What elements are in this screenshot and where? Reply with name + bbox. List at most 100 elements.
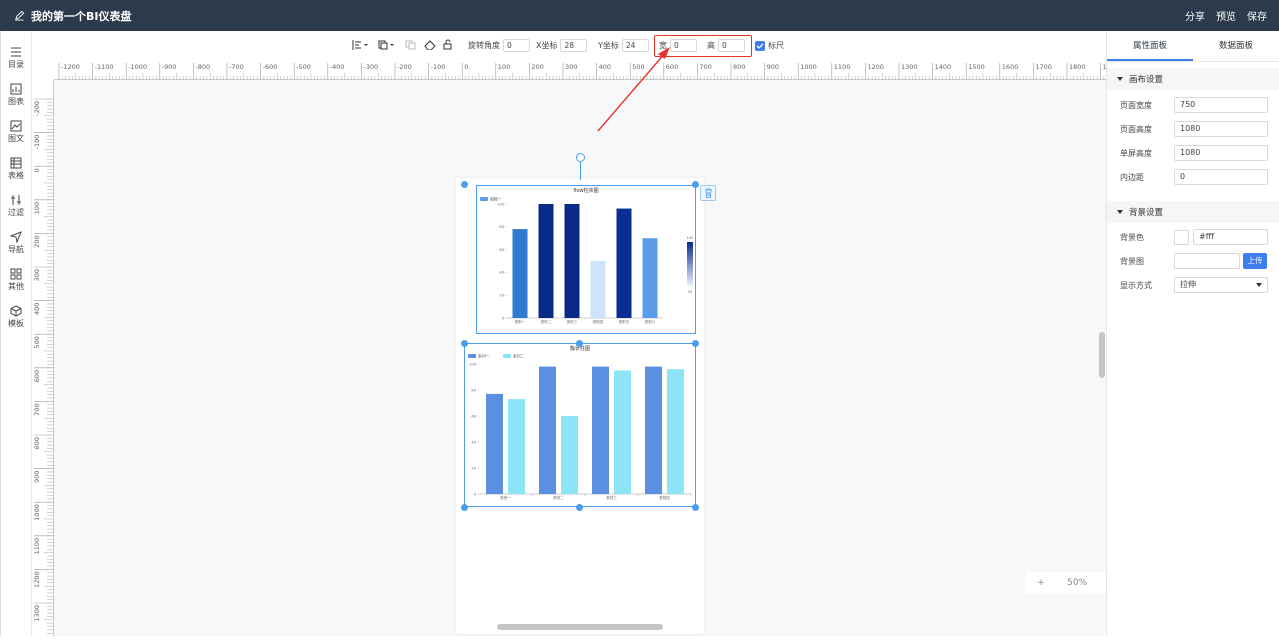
layer-icon[interactable] <box>378 40 396 52</box>
tab-properties[interactable]: 属性面板 <box>1107 31 1193 61</box>
bar <box>486 393 503 494</box>
sidebar-item-chart[interactable]: 图表 <box>1 76 31 113</box>
bg-color-swatch[interactable] <box>1174 229 1189 245</box>
resize-handle-top-right-1[interactable] <box>692 181 699 188</box>
ruler-label: 1800 <box>1069 63 1086 71</box>
rotation-label: 旋转角度 <box>468 41 500 50</box>
delete-widget-button[interactable] <box>700 185 716 201</box>
ruler-label: -500 <box>296 63 311 71</box>
ruler-label: -800 <box>195 63 210 71</box>
display-mode-row: 显示方式 拉伸 <box>1107 273 1279 297</box>
canvas-settings-section[interactable]: 画布设置 <box>1107 68 1279 90</box>
ruler-checkbox[interactable] <box>755 40 765 51</box>
vertical-scrollbar[interactable] <box>1099 332 1105 378</box>
resize-handle-top-left-1[interactable] <box>461 181 468 188</box>
x-tick-label: 类别三 <box>606 495 617 500</box>
ruler-label: 700 <box>699 63 711 71</box>
y-tick-label: 100 <box>497 202 505 206</box>
upload-button[interactable]: 上传 <box>1243 253 1267 269</box>
page-height-input[interactable]: 1080 <box>1174 121 1268 137</box>
legend-swatch <box>468 354 476 358</box>
screen-height-row: 单屏高度 1080 <box>1107 141 1279 165</box>
ruler-label: 标尺 <box>768 41 784 50</box>
resize-handle-top[interactable] <box>576 340 583 347</box>
ruler-label: 300 <box>565 63 577 71</box>
y-tick-label: 20 <box>471 466 476 470</box>
resize-handle-top-right[interactable] <box>692 340 699 347</box>
y-tick-label: 20 <box>499 294 504 298</box>
save-button[interactable]: 保存 <box>1247 8 1267 23</box>
horizontal-ruler-scale: -1200 -1100 -1000 -900 -800 -700 -600 -500 -400-… <box>58 63 1132 80</box>
bg-image-label: 背景图 <box>1120 256 1144 266</box>
zoom-in-button[interactable]: + <box>1037 578 1045 588</box>
copy-icon[interactable] <box>405 40 416 52</box>
x-coordinate-input[interactable]: 28 <box>560 39 588 52</box>
resize-handle-bottom-left[interactable] <box>461 504 468 511</box>
screen-height-input[interactable]: 1080 <box>1174 145 1268 161</box>
sidebar-item-filter[interactable]: 过滤 <box>1 187 31 224</box>
bg-color-input[interactable]: #fff <box>1193 229 1268 245</box>
resize-handle-bottom-right[interactable] <box>692 504 699 511</box>
rotation-input[interactable]: 0 <box>503 39 530 52</box>
legend-label: 系列二 <box>513 354 525 359</box>
ruler-label: 1000 <box>800 63 817 71</box>
lock-icon[interactable] <box>442 39 453 52</box>
resize-handle-bottom[interactable] <box>576 504 583 511</box>
bg-image-input[interactable] <box>1174 253 1240 269</box>
sidebar-item-image-text[interactable]: 图文 <box>1 113 31 150</box>
vertical-ruler[interactable]: -200 -100 0 100 200 300 400 500 600 700 800 900 1000… <box>32 80 54 639</box>
edit-icon[interactable] <box>14 10 25 21</box>
rotation-field: 旋转角度 0 <box>468 39 530 52</box>
display-mode-select[interactable]: 拉伸 <box>1174 277 1268 293</box>
ruler-label: 1700 <box>1035 63 1052 71</box>
resize-handle-top-left[interactable] <box>461 340 468 347</box>
checkmark-icon <box>756 43 764 49</box>
bar <box>590 261 606 318</box>
page-width-input[interactable]: 750 <box>1174 97 1268 113</box>
bar <box>539 366 556 494</box>
ruler-toggle[interactable]: 标尺 <box>755 40 784 51</box>
sidebar-item-catalog[interactable]: 目录 <box>1 39 31 76</box>
sidebar-item-template[interactable]: 模板 <box>1 298 31 335</box>
zoom-level: 50% <box>1067 578 1088 588</box>
display-mode-value: 拉伸 <box>1180 280 1196 289</box>
rotate-handle[interactable] <box>576 153 585 162</box>
sidebar-item-navigation[interactable]: 导航 <box>1 224 31 261</box>
tab-data[interactable]: 数据面板 <box>1193 31 1279 61</box>
share-button[interactable]: 分享 <box>1185 8 1205 23</box>
align-icon[interactable] <box>352 40 368 52</box>
preview-button[interactable]: 预览 <box>1216 8 1236 23</box>
ruler-label: 400 <box>33 303 41 315</box>
ruler-label: 1400 <box>935 63 952 71</box>
page-height-label: 页面高度 <box>1120 124 1152 134</box>
eraser-icon[interactable] <box>424 40 436 52</box>
chart-widget-2[interactable]: 簇状柱图 系列一 系列二 0 20 40 60 80 100 类别一 类别二 类别三 类别四 <box>464 343 696 507</box>
bar <box>508 399 525 494</box>
dashboard-title[interactable]: 我的第一个BI仪表盘 <box>14 8 131 24</box>
y-tick-label: 40 <box>471 440 476 444</box>
design-canvas[interactable]: flow柱状图 视频一 0 20 40 60 80 100 类别一 类别二 类别三 类别四 类别五 类别六… <box>54 47 1106 636</box>
height-input[interactable]: 0 <box>718 39 745 52</box>
sidebar-item-other[interactable]: 其他 <box>1 261 31 298</box>
background-settings-section[interactable]: 背景设置 <box>1107 201 1279 223</box>
x-tick-label: 类别二 <box>541 319 552 324</box>
chart-widget-1[interactable]: flow柱状图 视频一 0 20 40 60 80 100 类别一 类别二 类别三 类别四 类别五 类别六… <box>476 185 696 334</box>
ruler-label: 0 <box>464 63 468 71</box>
ruler-label: 200 <box>33 235 41 247</box>
ruler-label: 1200 <box>33 571 41 588</box>
legend-label: 视频一 <box>490 197 502 202</box>
bar <box>645 366 662 494</box>
horizontal-ruler[interactable]: -1200 -1100 -1000 -900 -800 -700 -600 -500 -400-… <box>54 61 1132 80</box>
ruler-label: 0 <box>33 168 41 172</box>
padding-input[interactable]: 0 <box>1174 169 1268 185</box>
bar <box>592 366 609 494</box>
sidebar-item-table[interactable]: 表格 <box>1 150 31 187</box>
ruler-label: 900 <box>767 63 779 71</box>
horizontal-scrollbar[interactable] <box>497 624 663 630</box>
padding-label: 内边距 <box>1120 172 1144 182</box>
dashboard-page[interactable]: flow柱状图 视频一 0 20 40 60 80 100 类别一 类别二 类别三 类别四 类别五 类别六… <box>456 153 716 634</box>
bar <box>614 370 631 494</box>
ruler-corner <box>32 61 54 80</box>
ruler-label: -700 <box>229 63 244 71</box>
visualmap-min-label: 10 <box>688 290 693 294</box>
